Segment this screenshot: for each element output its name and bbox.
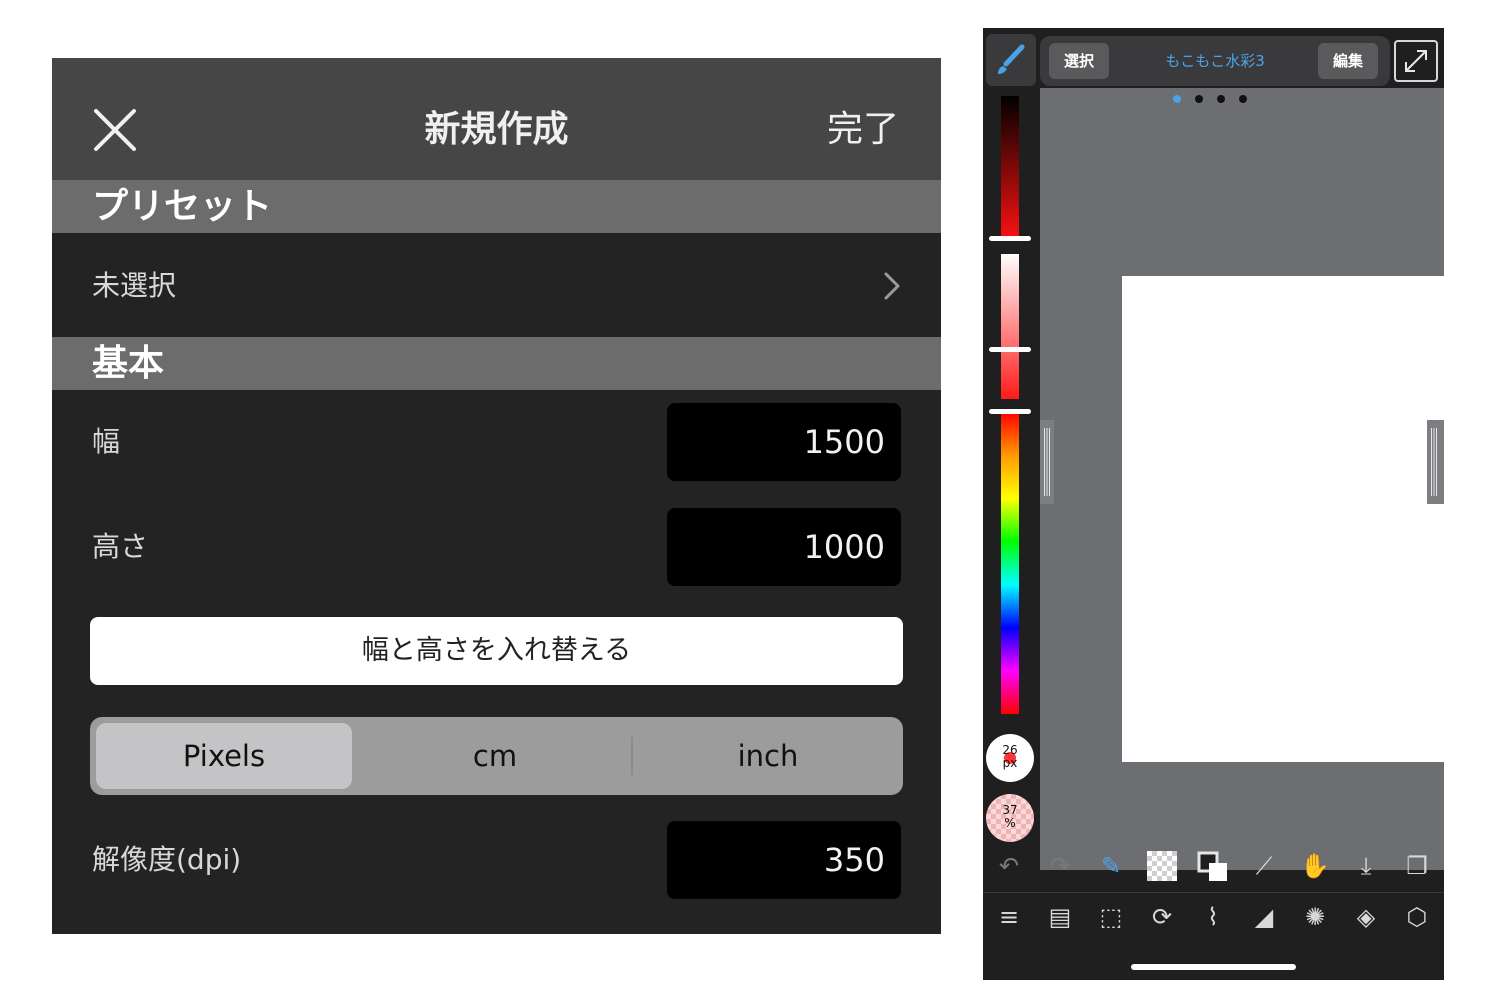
transparent-color-icon[interactable] xyxy=(1142,843,1182,889)
layers-icon[interactable]: ◈ xyxy=(1346,894,1386,940)
saturation-slider[interactable] xyxy=(1001,254,1019,399)
page-indicator[interactable] xyxy=(1173,88,1261,103)
eyedropper-icon[interactable]: ⟋ xyxy=(1244,843,1284,889)
height-label: 高さ xyxy=(92,530,149,563)
swap-dimensions-button[interactable]: 幅と高さを入れ替える xyxy=(90,617,903,685)
preset-value: 未選択 xyxy=(92,269,177,302)
toolbar-top: ↶ ↷ ✎ ⟋ ✋ ⤓ ❐ xyxy=(983,843,1444,893)
expand-icon xyxy=(1405,50,1427,72)
fg-bg-color-icon[interactable] xyxy=(1193,843,1233,889)
unit-cm[interactable]: cm xyxy=(360,717,630,795)
brightness-handle[interactable] xyxy=(989,236,1031,241)
fullscreen-button[interactable] xyxy=(1394,40,1438,82)
palette-icon[interactable]: ✺ xyxy=(1295,894,1335,940)
selection-icon[interactable]: ⬚ xyxy=(1091,894,1131,940)
toolbar-bottom: ≡ ▤ ⬚ ⟳ ⌇ ◢ ✺ ◈ ⬡ xyxy=(983,894,1444,944)
page-dot xyxy=(1239,95,1247,103)
preset-section-title: プリセット xyxy=(92,186,273,227)
home-indicator xyxy=(1131,964,1296,970)
pages-icon[interactable]: ▤ xyxy=(1040,894,1080,940)
edit-button[interactable]: 編集 xyxy=(1318,43,1378,79)
left-panel-grip[interactable] xyxy=(1040,420,1054,504)
drawing-app: 選択 もこもこ水彩3 編集 26 px 37 % ↶ ↷ ✎ ⟋ ✋ ⤓ ❐ ≡… xyxy=(983,28,1444,980)
brush-icon xyxy=(998,44,1025,74)
preset-selector[interactable]: 未選択 xyxy=(52,234,941,337)
hand-icon[interactable]: ✋ xyxy=(1295,843,1335,889)
chevron-right-icon xyxy=(884,272,900,300)
page-dot xyxy=(1195,95,1203,103)
dialog-title: 新規作成 xyxy=(424,109,569,150)
opacity-button[interactable]: 37 % xyxy=(986,794,1034,842)
dpi-input[interactable] xyxy=(667,821,901,899)
width-input[interactable] xyxy=(667,403,901,481)
done-button[interactable]: 完了 xyxy=(827,102,899,158)
width-label: 幅 xyxy=(92,425,121,458)
page-dot xyxy=(1173,95,1181,103)
height-input[interactable] xyxy=(667,508,901,586)
brush-name[interactable]: もこもこ水彩3 xyxy=(1120,43,1310,79)
copy-icon[interactable]: ❐ xyxy=(1397,843,1437,889)
dpi-label: 解像度(dpi) xyxy=(92,843,242,876)
preset-section-header: プリセット xyxy=(52,180,941,233)
page-dot xyxy=(1217,95,1225,103)
hue-handle[interactable] xyxy=(989,409,1031,414)
color-panel: 26 px 37 % xyxy=(983,86,1040,876)
opacity-value: 37 % xyxy=(1002,803,1018,830)
menu-icon[interactable]: ≡ xyxy=(989,894,1029,940)
basic-section-title: 基本 xyxy=(92,343,165,384)
canvas-area[interactable] xyxy=(1040,88,1444,870)
ruler-icon[interactable]: ⌇ xyxy=(1193,894,1233,940)
save-icon[interactable]: ⤓ xyxy=(1346,843,1386,889)
brush-eraser-toggle-icon[interactable]: ✎ xyxy=(1091,843,1131,889)
brightness-slider[interactable] xyxy=(1001,96,1019,241)
rotate-icon[interactable]: ⟳ xyxy=(1142,894,1182,940)
unit-segmented-control: Pixels cm inch xyxy=(90,717,903,795)
toolbar-divider xyxy=(983,892,1444,893)
dialog-header: 新規作成 完了 xyxy=(52,58,941,180)
bucket-icon[interactable]: ◢ xyxy=(1244,894,1284,940)
unit-inch[interactable]: inch xyxy=(633,717,903,795)
brush-size-button[interactable]: 26 px xyxy=(986,734,1034,782)
drawing-canvas[interactable] xyxy=(1122,276,1444,762)
saturation-handle[interactable] xyxy=(989,347,1031,352)
new-canvas-dialog: 新規作成 完了 プリセット 未選択 基本 幅 高さ 幅と高さを入れ替える Pix… xyxy=(52,58,941,934)
undo-icon[interactable]: ↶ xyxy=(989,843,1029,889)
brush-tool-button[interactable] xyxy=(986,34,1036,86)
brush-bar: 選択 もこもこ水彩3 編集 xyxy=(1040,36,1390,86)
select-button[interactable]: 選択 xyxy=(1049,43,1109,79)
materials-icon[interactable]: ⬡ xyxy=(1397,894,1437,940)
unit-pixels[interactable]: Pixels xyxy=(96,723,352,789)
brush-size-value: 26 px xyxy=(1002,743,1018,770)
hue-slider[interactable] xyxy=(1001,412,1019,714)
redo-icon[interactable]: ↷ xyxy=(1040,843,1080,889)
basic-section-header: 基本 xyxy=(52,337,941,390)
right-panel-grip[interactable] xyxy=(1427,420,1444,504)
